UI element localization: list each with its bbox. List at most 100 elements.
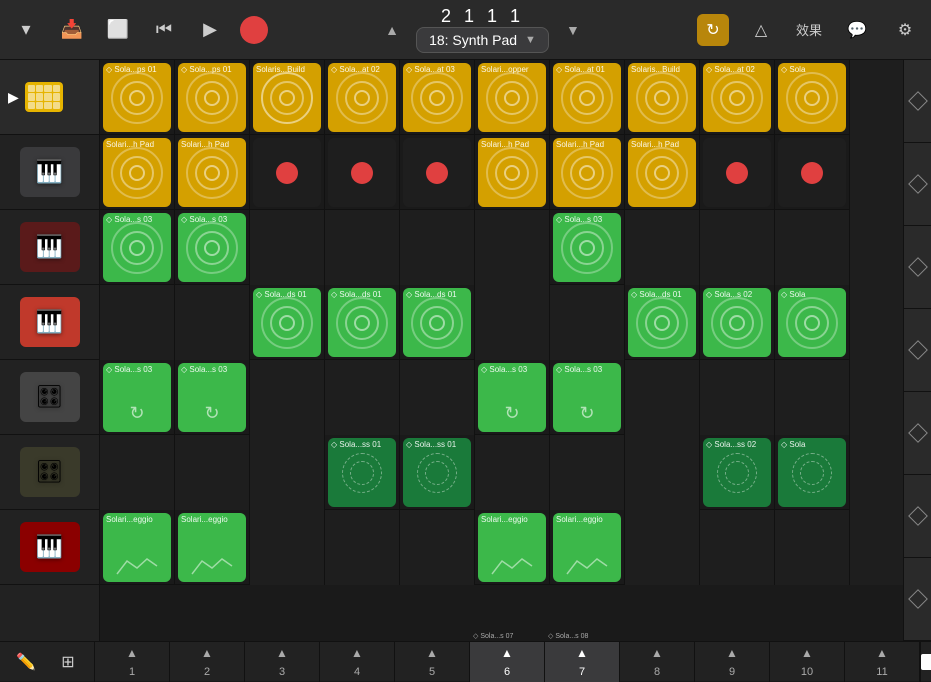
col-9-up[interactable]: ▲ (726, 646, 738, 660)
cell-1-4[interactable] (400, 135, 475, 210)
clip-6-5[interactable]: Solari...eggio (478, 513, 546, 582)
cell-3-4[interactable]: ◇ Sola...ds 01 (400, 285, 475, 360)
grid-scroll[interactable]: ◇ Sola...ps 01 ◇ Sola...ps 01 (100, 60, 903, 641)
cell-1-5[interactable]: Solari...h Pad (475, 135, 550, 210)
cell-4-2[interactable] (250, 360, 325, 435)
cell-3-1[interactable] (175, 285, 250, 360)
track-5-instrument[interactable]: 🎛 (20, 447, 80, 497)
cell-1-1[interactable]: Solari...h Pad (175, 135, 250, 210)
cell-1-6[interactable]: Solari...h Pad (550, 135, 625, 210)
cell-3-0[interactable] (100, 285, 175, 360)
clip-2-0[interactable]: ◇ Sola...s 03 (103, 213, 171, 282)
cell-1-7[interactable]: Solari...h Pad (625, 135, 700, 210)
cell-2-5[interactable] (475, 210, 550, 285)
col-2-up[interactable]: ▲ (201, 646, 213, 660)
clip-5-4[interactable]: ◇ Sola...ss 01 (403, 438, 471, 507)
clip-1-7[interactable]: Solari...h Pad (628, 138, 696, 207)
col-ctrl-4[interactable]: ▲ 4 (320, 642, 395, 682)
cell-5-4[interactable]: ◇ Sola...ss 01 (400, 435, 475, 510)
cell-0-1[interactable]: ◇ Sola...ps 01 (175, 60, 250, 135)
settings-button[interactable]: ⚙ (889, 14, 921, 46)
track-3-instrument[interactable]: 🎹 (20, 297, 80, 347)
col-ctrl-7[interactable]: ◇ Sola...s 08 ▲ 7 (545, 642, 620, 682)
position-up-icon[interactable]: ▲ (376, 14, 408, 46)
cell-0-3[interactable]: ◇ Sola...at 02 (325, 60, 400, 135)
clip-1-1[interactable]: Solari...h Pad (178, 138, 246, 207)
cell-0-9[interactable]: ◇ Sola (775, 60, 850, 135)
clip-3-7[interactable]: ◇ Sola...ds 01 (628, 288, 696, 357)
cell-3-2[interactable]: ◇ Sola...ds 01 (250, 285, 325, 360)
cell-2-4[interactable] (400, 210, 475, 285)
cell-2-1[interactable]: ◇ Sola...s 03 (175, 210, 250, 285)
clip-3-2[interactable]: ◇ Sola...ds 01 (253, 288, 321, 357)
cell-2-2[interactable] (250, 210, 325, 285)
cell-6-6[interactable]: Solari...eggio (550, 510, 625, 585)
cell-3-10[interactable] (850, 285, 903, 360)
cell-3-8[interactable]: ◇ Sola...s 02 (700, 285, 775, 360)
col-ctrl-2[interactable]: ▲ 2 (170, 642, 245, 682)
col-ctrl-1[interactable]: ▲ 1 (95, 642, 170, 682)
clip-0-9[interactable]: ◇ Sola (778, 63, 846, 132)
cell-5-0[interactable] (100, 435, 175, 510)
cell-3-7[interactable]: ◇ Sola...ds 01 (625, 285, 700, 360)
cell-0-6[interactable]: ◇ Sola...at 01 (550, 60, 625, 135)
cell-6-10[interactable] (850, 510, 903, 585)
pencil-mode-btn[interactable]: ✏️ (10, 646, 42, 678)
clip-0-8[interactable]: ◇ Sola...at 02 (703, 63, 771, 132)
track-1-instrument[interactable]: 🎹 (20, 147, 80, 197)
clip-0-6[interactable]: ◇ Sola...at 01 (553, 63, 621, 132)
clip-4-5[interactable]: ◇ Sola...s 03 ↻ (478, 363, 546, 432)
cell-4-6[interactable]: ◇ Sola...s 03 ↻ (550, 360, 625, 435)
cell-4-8[interactable] (700, 360, 775, 435)
clip-4-0[interactable]: ◇ Sola...s 03 ↻ (103, 363, 171, 432)
cell-5-9[interactable]: ◇ Sola (775, 435, 850, 510)
col-4-up[interactable]: ▲ (351, 646, 363, 660)
cell-6-8[interactable] (700, 510, 775, 585)
cell-2-0[interactable]: ◇ Sola...s 03 (100, 210, 175, 285)
cell-0-5[interactable]: Solari...opper (475, 60, 550, 135)
col-3-up[interactable]: ▲ (276, 646, 288, 660)
cell-5-8[interactable]: ◇ Sola...ss 02 (700, 435, 775, 510)
edge-btn-5[interactable] (904, 475, 931, 558)
track-4-instrument[interactable]: 🎛 (20, 372, 80, 422)
cell-3-6[interactable] (550, 285, 625, 360)
clip-6-0[interactable]: Solari...eggio (103, 513, 171, 582)
cell-3-5[interactable] (475, 285, 550, 360)
cell-6-9[interactable] (775, 510, 850, 585)
col-7-up[interactable]: ▲ (576, 646, 588, 660)
cell-0-2[interactable]: Solaris...Build (250, 60, 325, 135)
cell-5-7[interactable] (625, 435, 700, 510)
cell-6-2[interactable] (250, 510, 325, 585)
col-ctrl-6[interactable]: ◇ Sola...s 07 ▲ 6 (470, 642, 545, 682)
col-ctrl-5[interactable]: ▲ 5 (395, 642, 470, 682)
clip-5-3[interactable]: ◇ Sola...ss 01 (328, 438, 396, 507)
clip-record-1-9[interactable] (778, 138, 846, 207)
edge-btn-2[interactable] (904, 226, 931, 309)
cell-5-10[interactable] (850, 435, 903, 510)
play-button[interactable]: ▶ (194, 14, 226, 46)
clip-record-1-3[interactable] (328, 138, 396, 207)
cell-4-4[interactable] (400, 360, 475, 435)
cell-5-6[interactable] (550, 435, 625, 510)
col-10-up[interactable]: ▲ (801, 646, 813, 660)
clip-record-1-4[interactable] (403, 138, 471, 207)
clip-3-4[interactable]: ◇ Sola...ds 01 (403, 288, 471, 357)
col-8-up[interactable]: ▲ (651, 646, 663, 660)
col-ctrl-10[interactable]: ▲ 10 (770, 642, 845, 682)
cell-2-6[interactable]: ◇ Sola...s 03 (550, 210, 625, 285)
clip-6-6[interactable]: Solari...eggio (553, 513, 621, 582)
col-ctrl-8[interactable]: ▲ 8 (620, 642, 695, 682)
track-0-play[interactable]: ▶ (8, 89, 19, 106)
cell-3-9[interactable]: ◇ Sola (775, 285, 850, 360)
clip-3-9[interactable]: ◇ Sola (778, 288, 846, 357)
cell-4-1[interactable]: ◇ Sola...s 03 ↻ (175, 360, 250, 435)
col-ctrl-11[interactable]: ▲ 11 (845, 642, 920, 682)
cell-2-3[interactable] (325, 210, 400, 285)
clip-1-6[interactable]: Solari...h Pad (553, 138, 621, 207)
track-name-dropdown[interactable]: 18: Synth Pad ▼ (416, 27, 549, 53)
col-ctrl-9[interactable]: ▲ 9 (695, 642, 770, 682)
clip-1-5[interactable]: Solari...h Pad (478, 138, 546, 207)
cell-2-10[interactable] (850, 210, 903, 285)
clip-0-0[interactable]: ◇ Sola...ps 01 (103, 63, 171, 132)
col-6-up[interactable]: ▲ (501, 646, 513, 660)
